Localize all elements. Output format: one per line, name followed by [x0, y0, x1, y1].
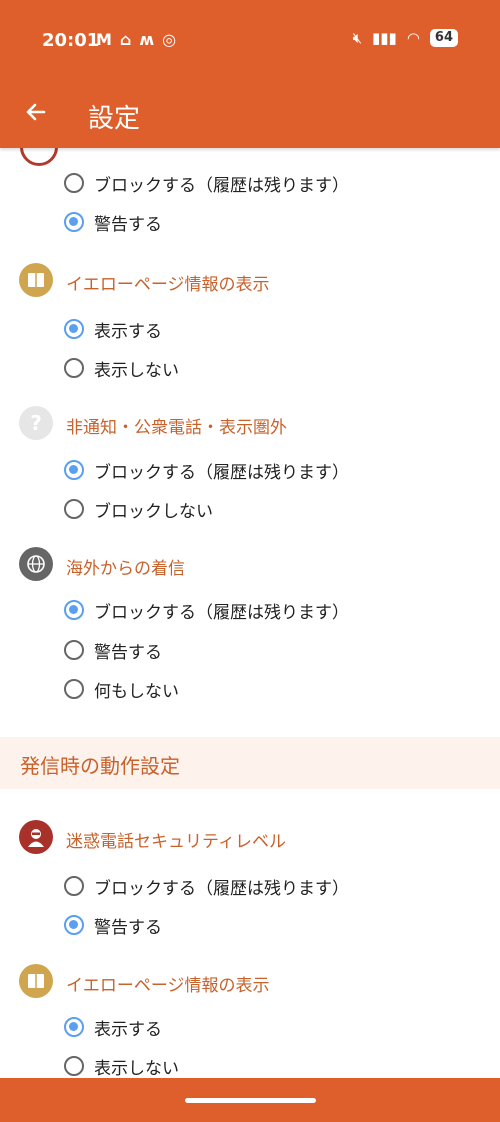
radio-button[interactable] — [64, 460, 84, 480]
section-title: 発信時の動作設定 — [20, 754, 180, 778]
signal-icon: ▮▮▮ — [372, 29, 397, 47]
radio-option[interactable]: 表示しない — [64, 1051, 179, 1078]
yellow-page-book-icon — [19, 263, 53, 297]
radio-option[interactable]: ブロックする（履歴は残ります） — [64, 595, 349, 625]
gmail-icon: M — [96, 30, 112, 49]
home-gesture-handle[interactable] — [185, 1098, 316, 1103]
radio-button[interactable] — [64, 1056, 84, 1076]
radio-button[interactable] — [64, 876, 84, 896]
radio-option[interactable]: 何もしない — [64, 674, 179, 704]
status-bar: 20:01 M ⌂ ʍ ◎ 🔇︎ ▮▮▮ ◠ 64 — [0, 0, 500, 80]
setting-heading: 非通知・公衆電話・表示圏外 — [66, 418, 287, 438]
radio-option[interactable]: 警告する — [64, 910, 162, 940]
battery-icon: 64 — [429, 29, 458, 47]
page-title: 設定 — [88, 104, 141, 134]
radio-button[interactable] — [64, 1017, 84, 1037]
app-notification-icon: ◎ — [162, 30, 177, 49]
radio-option[interactable]: ブロックする（履歴は残ります） — [64, 871, 349, 901]
radio-button[interactable] — [64, 212, 84, 232]
radio-button[interactable] — [64, 319, 84, 339]
section-header: 発信時の動作設定 — [0, 737, 500, 789]
setting-heading: 海外からの着信 — [66, 559, 185, 579]
radio-option[interactable]: 警告する — [64, 635, 162, 665]
wifi-icon: ◠ — [406, 29, 420, 47]
radio-button[interactable] — [64, 640, 84, 660]
radio-button[interactable] — [64, 499, 84, 519]
setting-heading: イエローページ情報の表示 — [66, 275, 270, 295]
radio-button[interactable] — [64, 600, 84, 620]
setting-heading: イエローページ情報の表示 — [66, 976, 270, 996]
status-time: 20:01 — [42, 30, 100, 51]
mail-app-icon: ʍ — [139, 30, 155, 49]
globe-phone-icon — [19, 547, 53, 581]
radio-button[interactable] — [64, 679, 84, 699]
radio-button[interactable] — [64, 358, 84, 378]
navigation-bar — [0, 1078, 500, 1122]
radio-button[interactable] — [64, 173, 84, 193]
radio-button[interactable] — [64, 915, 84, 935]
settings-list[interactable]: ブロックする（履歴は残ります） 警告する イエローページ情報の表示 表示する 表… — [0, 148, 500, 1078]
mute-icon: 🔇︎ — [352, 29, 363, 47]
radio-option[interactable]: ブロックしない — [64, 494, 213, 524]
unknown-caller-icon: ? — [19, 406, 53, 440]
radio-option[interactable]: ブロックする（履歴は残ります） — [64, 455, 349, 485]
radio-option[interactable]: ブロックする（履歴は残ります） — [64, 168, 349, 198]
notification-icons: M ⌂ ʍ ◎ — [96, 30, 176, 49]
radio-option[interactable]: 表示しない — [64, 353, 179, 383]
back-arrow-icon[interactable] — [20, 96, 52, 128]
nuisance-caller-icon — [19, 820, 53, 854]
radio-option[interactable]: 表示する — [64, 314, 162, 344]
radio-option[interactable]: 警告する — [64, 207, 162, 237]
setting-heading: 迷惑電話セキュリティレベル — [66, 832, 286, 852]
radio-option[interactable]: 表示する — [64, 1012, 162, 1042]
app-bar: 設定 — [0, 80, 500, 148]
system-icons: 🔇︎ ▮▮▮ ◠ 64 — [353, 29, 458, 47]
nuisance-caller-icon — [20, 148, 58, 166]
yellow-page-book-icon — [19, 964, 53, 998]
home-icon: ⌂ — [119, 30, 132, 49]
